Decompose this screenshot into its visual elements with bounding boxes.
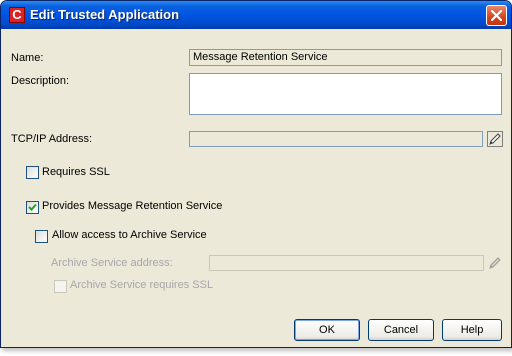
name-field[interactable]: Message Retention Service	[189, 49, 502, 66]
edit-pencil-icon[interactable]	[487, 131, 503, 147]
archive-ssl-checkbox[interactable]	[54, 280, 67, 293]
app-logo-icon: C	[9, 7, 25, 23]
cancel-button[interactable]: Cancel	[368, 319, 434, 341]
close-icon	[491, 10, 502, 21]
dialog-content: Name: Message Retention Service Descript…	[1, 29, 511, 347]
edit-trusted-application-dialog: C Edit Trusted Application Name: Message…	[0, 0, 512, 348]
allow-archive-checkbox[interactable]	[35, 230, 48, 243]
archive-ssl-label: Archive Service requires SSL	[70, 279, 214, 291]
tcpip-address-field[interactable]	[189, 131, 483, 147]
allow-archive-label: Allow access to Archive Service	[52, 229, 207, 241]
title-bar[interactable]: C Edit Trusted Application	[1, 1, 511, 29]
description-field[interactable]	[189, 73, 502, 115]
requires-ssl-label: Requires SSL	[42, 166, 110, 178]
archive-address-label: Archive Service address:	[51, 257, 173, 269]
help-button[interactable]: Help	[442, 319, 502, 341]
description-label: Description:	[11, 75, 70, 87]
ok-button[interactable]: OK	[294, 319, 360, 341]
close-button[interactable]	[486, 5, 507, 26]
archive-edit-pencil-icon[interactable]	[487, 255, 503, 271]
dialog-title: Edit Trusted Application	[30, 7, 180, 22]
tcpip-address-label: TCP/IP Address:	[11, 133, 93, 145]
requires-ssl-checkbox[interactable]	[26, 166, 39, 179]
archive-address-field[interactable]	[209, 255, 484, 271]
checkmark-icon	[28, 203, 37, 211]
provides-retention-checkbox[interactable]	[26, 201, 39, 214]
provides-retention-label: Provides Message Retention Service	[42, 200, 223, 212]
name-label: Name:	[11, 52, 44, 64]
